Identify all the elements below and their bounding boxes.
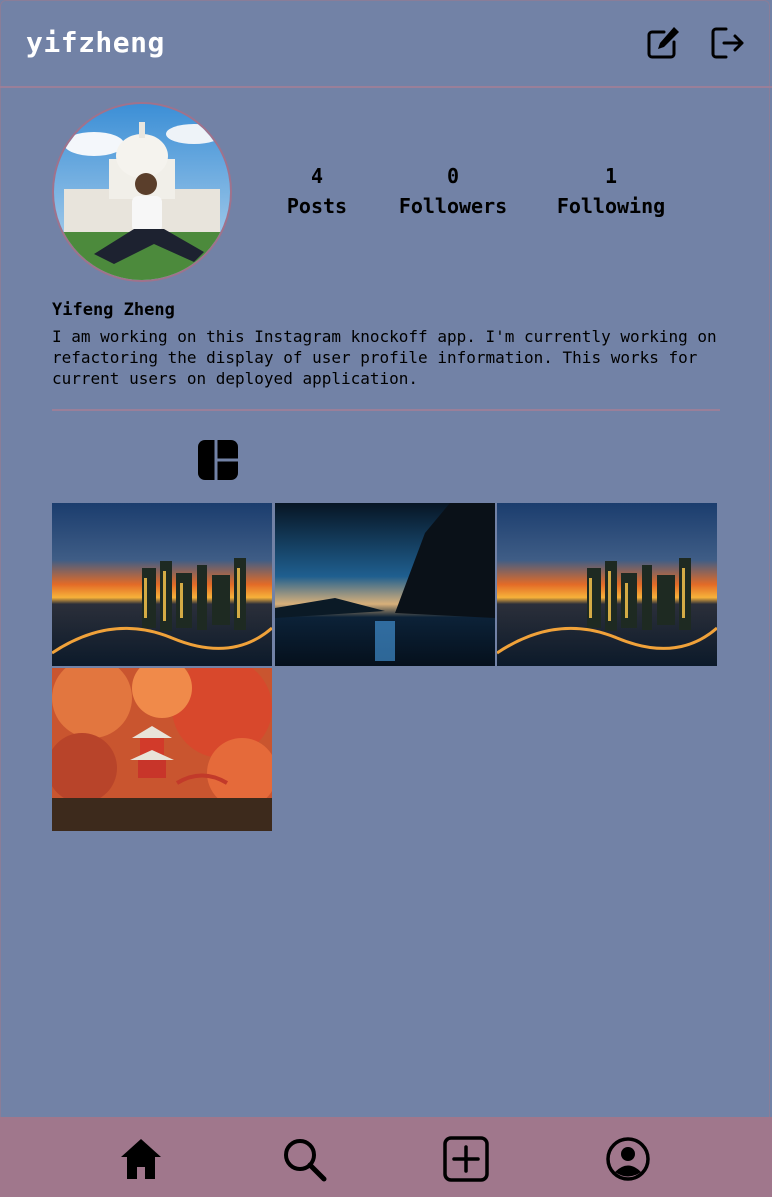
nav-add-post-button[interactable] xyxy=(442,1135,490,1183)
autumn-pagoda-photo xyxy=(52,668,272,831)
profile-avatar[interactable] xyxy=(52,102,232,282)
stat-following-count: 1 xyxy=(604,164,618,188)
stat-followers-count: 0 xyxy=(446,164,460,188)
nav-home-button[interactable] xyxy=(117,1135,165,1183)
profile-bio: I am working on this Instagram knockoff … xyxy=(52,327,717,388)
edit-icon xyxy=(647,27,679,59)
logout-icon xyxy=(711,27,744,59)
edit-profile-button[interactable] xyxy=(644,24,682,62)
post-thumbnail[interactable] xyxy=(52,668,272,831)
post-thumbnail[interactable] xyxy=(275,503,495,666)
post-thumbnail[interactable] xyxy=(52,503,272,666)
post-thumbnail[interactable] xyxy=(497,503,717,666)
profile-divider xyxy=(52,409,720,411)
home-icon xyxy=(121,1139,161,1179)
profile-photo xyxy=(54,104,230,280)
profile-username: yifzheng xyxy=(26,26,165,59)
stat-posts[interactable]: 4 Posts xyxy=(272,164,362,218)
logout-button[interactable] xyxy=(708,24,746,62)
stat-posts-label: Posts xyxy=(286,194,348,218)
grid-view-toggle[interactable] xyxy=(196,438,240,482)
nav-profile-button[interactable] xyxy=(604,1135,652,1183)
top-bar: yifzheng xyxy=(0,0,772,88)
bottom-nav-bar xyxy=(0,1117,772,1197)
city-skyline-photo xyxy=(52,503,272,666)
add-post-icon xyxy=(443,1136,489,1182)
search-icon xyxy=(284,1139,327,1182)
city-skyline-photo xyxy=(497,503,717,666)
profile-icon xyxy=(606,1137,650,1181)
nav-search-button[interactable] xyxy=(280,1135,328,1183)
stat-followers[interactable]: 0 Followers xyxy=(392,164,514,218)
stat-posts-count: 4 xyxy=(310,164,324,188)
coastal-night-photo xyxy=(275,503,495,666)
stat-followers-label: Followers xyxy=(398,194,508,218)
stat-following-label: Following xyxy=(556,194,666,218)
profile-full-name: Yifeng Zheng xyxy=(52,300,175,320)
grid-icon xyxy=(198,440,238,480)
stat-following[interactable]: 1 Following xyxy=(552,164,670,218)
